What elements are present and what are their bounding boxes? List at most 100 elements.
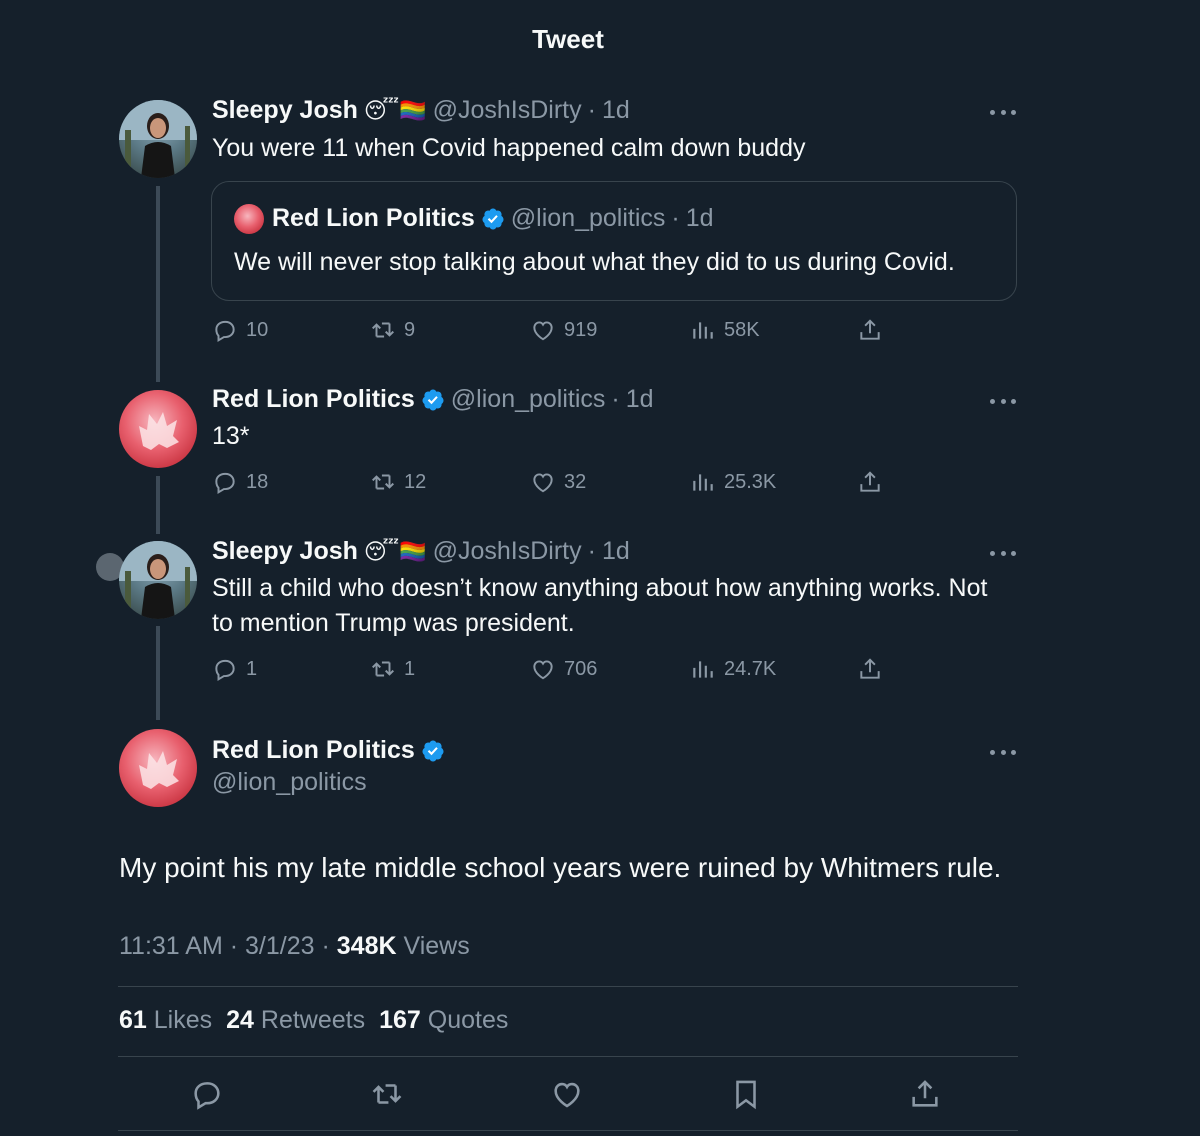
author-name: Sleepy Josh bbox=[212, 96, 358, 124]
avatar-photo bbox=[119, 541, 197, 619]
like-button[interactable]: 706 bbox=[530, 656, 597, 682]
more-options-icon[interactable] bbox=[990, 397, 1016, 405]
retweets-count: 24 bbox=[226, 1006, 254, 1034]
main-handle[interactable]: @lion_politics bbox=[212, 768, 367, 797]
dot-separator: · bbox=[321, 932, 330, 960]
tweet-text: Still a child who doesn’t know anything … bbox=[212, 574, 988, 637]
share-button[interactable] bbox=[857, 317, 883, 343]
views-button[interactable]: 24.7K bbox=[690, 656, 776, 682]
main-author[interactable]: Red Lion Politics bbox=[212, 736, 445, 765]
retweet-button[interactable] bbox=[370, 1077, 404, 1111]
reply-icon bbox=[215, 472, 235, 495]
quote-author-name: Red Lion Politics bbox=[272, 204, 475, 232]
retweet-icon bbox=[372, 661, 394, 677]
like-button[interactable]: 32 bbox=[530, 469, 586, 495]
reply-icon bbox=[215, 320, 235, 343]
divider bbox=[118, 1056, 1018, 1057]
avatar[interactable] bbox=[119, 729, 197, 807]
page-title: Tweet bbox=[532, 24, 604, 54]
reply-button[interactable]: 10 bbox=[212, 317, 268, 343]
tweet-time[interactable]: 11:31 AM bbox=[119, 932, 223, 960]
share-icon bbox=[860, 471, 880, 492]
reply-count: 10 bbox=[246, 318, 269, 341]
reply-button[interactable]: 18 bbox=[212, 469, 268, 495]
share-icon bbox=[860, 319, 880, 340]
views-count: 24.7K bbox=[724, 657, 777, 680]
reply-icon bbox=[215, 659, 235, 682]
avatar[interactable] bbox=[119, 390, 197, 468]
more-options-icon[interactable] bbox=[990, 108, 1016, 116]
engagement-stats: 61 Likes 24 Retweets 167 Quotes bbox=[119, 1006, 508, 1035]
tweet-time: 1d bbox=[625, 385, 654, 413]
thread-line bbox=[156, 626, 160, 720]
like-button[interactable] bbox=[550, 1077, 584, 1111]
more-options-icon[interactable] bbox=[990, 549, 1016, 557]
retweet-count: 9 bbox=[404, 318, 416, 341]
reply-button[interactable]: 1 bbox=[212, 656, 257, 682]
analytics-icon bbox=[693, 661, 713, 678]
quoted-tweet[interactable] bbox=[211, 181, 1017, 301]
share-button[interactable] bbox=[857, 469, 883, 495]
dot-separator: · bbox=[611, 385, 620, 413]
author-emoji: 😴🏳️‍🌈 bbox=[363, 97, 427, 123]
reply-count: 1 bbox=[246, 657, 258, 680]
share-icon bbox=[912, 1080, 938, 1107]
tweet-author[interactable]: Sleepy Josh 😴🏳️‍🌈 @JoshIsDirty · 1d bbox=[212, 96, 630, 125]
retweet-icon bbox=[372, 322, 394, 338]
views-label: Views bbox=[403, 932, 470, 960]
lion-logo bbox=[139, 412, 179, 450]
heart-icon bbox=[533, 473, 553, 493]
retweet-button[interactable]: 9 bbox=[370, 317, 415, 343]
tweet-text: 13* bbox=[212, 422, 250, 450]
quotes-stat[interactable]: 167 Quotes bbox=[379, 1006, 508, 1035]
share-button[interactable] bbox=[857, 656, 883, 682]
tweet-author[interactable]: Sleepy Josh 😴🏳️‍🌈 @JoshIsDirty · 1d bbox=[212, 537, 630, 566]
verified-badge-icon bbox=[422, 740, 444, 761]
retweets-label: Retweets bbox=[260, 1006, 366, 1034]
author-name: Sleepy Josh bbox=[212, 537, 358, 565]
main-tweet-text: My point his my late middle school years… bbox=[119, 852, 1002, 883]
quotes-count: 167 bbox=[379, 1006, 421, 1034]
divider bbox=[118, 1130, 1018, 1131]
avatar[interactable] bbox=[119, 541, 197, 619]
retweet-count: 1 bbox=[404, 657, 416, 680]
tweet-author[interactable]: Red Lion Politics @lion_politics · 1d bbox=[212, 385, 654, 414]
reply-count: 18 bbox=[246, 470, 269, 493]
analytics-icon bbox=[693, 322, 713, 339]
heart-icon bbox=[554, 1082, 580, 1108]
dot-separator: · bbox=[671, 204, 680, 232]
views-button[interactable]: 25.3K bbox=[690, 469, 776, 495]
divider bbox=[118, 986, 1018, 987]
retweets-stat[interactable]: 24 Retweets bbox=[226, 1006, 365, 1035]
tweet-date[interactable]: 3/1/23 bbox=[245, 932, 315, 960]
heart-icon bbox=[533, 660, 553, 680]
author-emoji: 😴🏳️‍🌈 bbox=[363, 538, 427, 564]
retweet-button[interactable]: 1 bbox=[370, 656, 415, 682]
like-count: 919 bbox=[564, 318, 598, 341]
views-button[interactable]: 58K bbox=[690, 317, 760, 343]
quote-avatar bbox=[234, 204, 264, 234]
reply-button[interactable] bbox=[190, 1077, 224, 1111]
quote-time: 1d bbox=[685, 204, 714, 232]
views-count: 25.3K bbox=[724, 470, 777, 493]
share-button[interactable] bbox=[908, 1077, 942, 1111]
dot-separator: · bbox=[587, 537, 596, 565]
dot-separator: · bbox=[229, 932, 239, 960]
likes-stat[interactable]: 61 Likes bbox=[119, 1006, 212, 1035]
author-handle: @JoshIsDirty bbox=[432, 537, 582, 565]
like-count: 32 bbox=[564, 470, 587, 493]
quotes-label: Quotes bbox=[427, 1006, 509, 1034]
retweet-button[interactable]: 12 bbox=[370, 469, 426, 495]
views-count: 348K bbox=[336, 932, 397, 960]
author-name: Red Lion Politics bbox=[212, 385, 415, 413]
quote-author-handle: @lion_politics bbox=[510, 204, 666, 232]
analytics-icon bbox=[693, 474, 713, 491]
avatar[interactable] bbox=[119, 100, 197, 178]
bookmark-button[interactable] bbox=[729, 1077, 763, 1111]
likes-count: 61 bbox=[119, 1006, 147, 1034]
thread-line bbox=[156, 476, 160, 534]
more-options-icon[interactable] bbox=[990, 748, 1016, 756]
dot-separator: · bbox=[587, 96, 596, 124]
like-button[interactable]: 919 bbox=[530, 317, 597, 343]
tweet-meta: 11:31 AM · 3/1/23 · 348K Views bbox=[119, 932, 470, 961]
